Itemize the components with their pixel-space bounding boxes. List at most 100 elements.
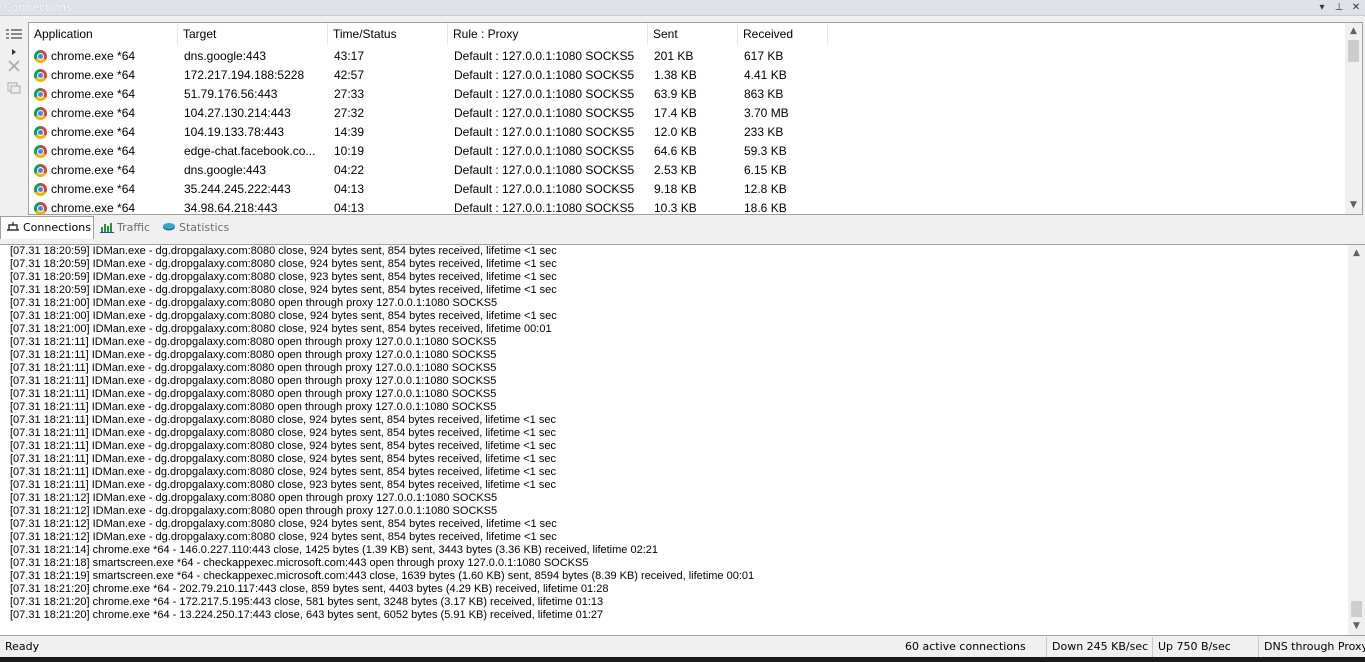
table-cell: 10.3 KB bbox=[654, 201, 697, 215]
tab-label: Traffic bbox=[117, 221, 151, 234]
log-entry: [07.31 18:21:12] IDMan.exe - dg.dropgala… bbox=[10, 518, 557, 530]
status-bar: Ready 60 active connections Down 245 KB/… bbox=[0, 637, 1365, 657]
table-cell: 617 KB bbox=[744, 49, 784, 63]
chrome-icon bbox=[34, 145, 47, 158]
table-cell: edge-chat.facebook.co... bbox=[184, 144, 316, 158]
log-entry: [07.31 18:21:00] IDMan.exe - dg.dropgala… bbox=[10, 323, 552, 335]
table-cell: 63.9 KB bbox=[654, 87, 697, 101]
table-cell: 201 KB bbox=[654, 49, 694, 63]
table-cell: Default : 127.0.0.1:1080 SOCKS5 bbox=[454, 49, 635, 63]
panel-title: Connections bbox=[4, 1, 72, 14]
chrome-icon bbox=[34, 69, 47, 82]
chrome-icon bbox=[34, 202, 47, 214]
log-entry: [07.31 18:20:59] IDMan.exe - dg.dropgala… bbox=[10, 258, 557, 270]
table-cell: 172.217.194.188:5228 bbox=[184, 68, 305, 82]
log-panel[interactable]: [07.31 18:20:59] IDMan.exe - dg.dropgala… bbox=[0, 244, 1365, 636]
column-received[interactable]: Received bbox=[738, 23, 828, 45]
column-time-status[interactable]: Time/Status bbox=[328, 23, 448, 45]
table-cell: 51.79.176.56:443 bbox=[184, 87, 278, 101]
table-cell: 10:19 bbox=[334, 144, 365, 158]
table-row[interactable]: chrome.exe *64 35.244.245.222:443 04:13 Def… bbox=[29, 180, 1344, 199]
table-row[interactable]: chrome.exe *64 dns.google:443 04:22 Default… bbox=[29, 161, 1344, 180]
scroll-down-arrow[interactable]: ▼ bbox=[1345, 197, 1362, 214]
list-view-icon[interactable] bbox=[5, 28, 23, 44]
table-row[interactable]: chrome.exe *64 edge-chat.facebook.co... 10… bbox=[29, 142, 1344, 161]
table-cell: 14:39 bbox=[334, 125, 365, 139]
tab-label: Connections bbox=[23, 221, 91, 234]
close-icon[interactable]: ✕ bbox=[1348, 0, 1364, 15]
scroll-thumb[interactable] bbox=[1348, 40, 1359, 62]
table-cell: chrome.exe *64 bbox=[51, 182, 136, 196]
table-cell: Default : 127.0.0.1:1080 SOCKS5 bbox=[454, 106, 635, 120]
table-cell: Default : 127.0.0.1:1080 SOCKS5 bbox=[454, 163, 635, 177]
table-row[interactable]: chrome.exe *64 172.217.194.188:5228 42:57 D… bbox=[29, 66, 1344, 85]
dropdown-icon[interactable]: ▾ bbox=[1314, 0, 1330, 15]
table-cell: chrome.exe *64 bbox=[51, 68, 136, 82]
table-cell: chrome.exe *64 bbox=[51, 49, 136, 63]
table-cell: 34.98.64.218:443 bbox=[184, 201, 278, 215]
chrome-icon bbox=[34, 183, 47, 196]
table-row[interactable]: chrome.exe *64 34.98.64.218:443 04:13 Defau… bbox=[29, 199, 1344, 215]
log-entry: [07.31 18:21:11] IDMan.exe - dg.dropgala… bbox=[10, 453, 556, 465]
tab-statistics[interactable]: Statistics bbox=[157, 217, 229, 238]
table-cell: dns.google:443 bbox=[184, 49, 267, 63]
log-entry: [07.31 18:21:11] IDMan.exe - dg.dropgala… bbox=[10, 414, 556, 426]
copy-icon[interactable] bbox=[5, 82, 23, 98]
table-cell: Default : 127.0.0.1:1080 SOCKS5 bbox=[454, 182, 635, 196]
table-cell: dns.google:443 bbox=[184, 163, 267, 177]
pin-icon[interactable]: ⊥ bbox=[1331, 0, 1347, 15]
chrome-icon bbox=[34, 107, 47, 120]
table-cell: Default : 127.0.0.1:1080 SOCKS5 bbox=[454, 144, 635, 158]
table-cell: 27:33 bbox=[334, 87, 365, 101]
log-entry: [07.31 18:21:11] IDMan.exe - dg.dropgala… bbox=[10, 427, 556, 439]
table-cell: 6.15 KB bbox=[744, 163, 787, 177]
status-active-connections: 60 active connections bbox=[905, 640, 1026, 653]
status-dns: DNS through Proxy bbox=[1258, 637, 1365, 657]
chrome-icon bbox=[34, 164, 47, 177]
log-entry: [07.31 18:21:12] IDMan.exe - dg.dropgala… bbox=[10, 505, 498, 517]
table-cell: 64.6 KB bbox=[654, 144, 697, 158]
status-upload-rate: Up 750 B/sec bbox=[1152, 637, 1257, 657]
grid-header: Application Target Time/Status Rule : Pr… bbox=[29, 23, 1344, 45]
tab-label: Statistics bbox=[179, 221, 230, 234]
table-cell: chrome.exe *64 bbox=[51, 163, 136, 177]
log-scrollbar[interactable]: ▲ ▼ bbox=[1348, 245, 1365, 635]
table-cell: 4.41 KB bbox=[744, 68, 787, 82]
log-entry: [07.31 18:20:59] IDMan.exe - dg.dropgala… bbox=[10, 271, 557, 283]
table-cell: 04:13 bbox=[334, 201, 365, 215]
log-entry: [07.31 18:21:11] IDMan.exe - dg.dropgala… bbox=[10, 349, 497, 361]
column-target[interactable]: Target bbox=[178, 23, 328, 45]
table-cell: 104.19.133.78:443 bbox=[184, 125, 285, 139]
table-row[interactable]: chrome.exe *64 104.27.130.214:443 27:32 Def… bbox=[29, 104, 1344, 123]
column-sent[interactable]: Sent bbox=[648, 23, 738, 45]
grid-scrollbar[interactable]: ▲ ▼ bbox=[1345, 23, 1362, 214]
log-entry: [07.31 18:21:20] chrome.exe *64 - 172.21… bbox=[10, 596, 604, 608]
scroll-thumb[interactable] bbox=[1351, 601, 1362, 617]
log-entry: [07.31 18:21:11] IDMan.exe - dg.dropgala… bbox=[10, 466, 556, 478]
table-cell: 35.244.245.222:443 bbox=[184, 182, 291, 196]
scroll-up-arrow[interactable]: ▲ bbox=[1345, 23, 1362, 40]
expand-arrow-icon[interactable] bbox=[5, 44, 23, 60]
log-entry: [07.31 18:21:14] chrome.exe *64 - 146.0.… bbox=[10, 544, 658, 556]
scroll-down-arrow[interactable]: ▼ bbox=[1348, 618, 1365, 635]
log-entry: [07.31 18:21:11] IDMan.exe - dg.dropgala… bbox=[10, 375, 497, 387]
log-entry: [07.31 18:21:11] IDMan.exe - dg.dropgala… bbox=[10, 440, 556, 452]
connections-grid[interactable]: Application Target Time/Status Rule : Pr… bbox=[28, 22, 1363, 215]
log-entry: [07.31 18:21:11] IDMan.exe - dg.dropgala… bbox=[10, 388, 497, 400]
table-cell: chrome.exe *64 bbox=[51, 87, 136, 101]
tab-traffic[interactable]: Traffic bbox=[95, 217, 155, 238]
column-application[interactable]: Application bbox=[29, 23, 178, 45]
log-entry: [07.31 18:21:11] IDMan.exe - dg.dropgala… bbox=[10, 336, 497, 348]
table-row[interactable]: chrome.exe *64 dns.google:443 43:17 Default… bbox=[29, 47, 1344, 66]
scroll-up-arrow[interactable]: ▲ bbox=[1348, 245, 1365, 262]
log-entry: [07.31 18:21:00] IDMan.exe - dg.dropgala… bbox=[10, 310, 557, 322]
column-rule-proxy[interactable]: Rule : Proxy bbox=[448, 23, 648, 45]
status-ready: Ready bbox=[5, 640, 40, 653]
log-entry: [07.31 18:20:59] IDMan.exe - dg.dropgala… bbox=[10, 245, 557, 257]
table-cell: 12.0 KB bbox=[654, 125, 697, 139]
log-entry: [07.31 18:21:19] smartscreen.exe *64 - c… bbox=[10, 570, 755, 582]
table-row[interactable]: chrome.exe *64 51.79.176.56:443 27:33 Defau… bbox=[29, 85, 1344, 104]
table-row[interactable]: chrome.exe *64 104.19.133.78:443 14:39 Defa… bbox=[29, 123, 1344, 142]
close-connection-icon[interactable] bbox=[5, 60, 23, 76]
tab-connections[interactable]: Connections bbox=[0, 216, 94, 239]
